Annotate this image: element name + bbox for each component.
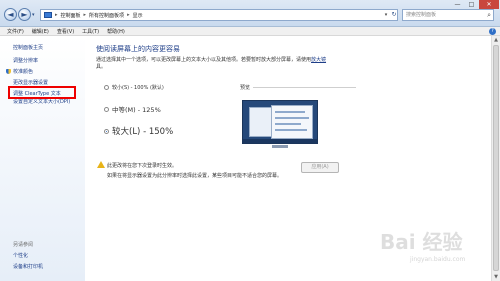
page-title: 使阅读屏幕上的内容更容易 [96,45,180,53]
see-also-heading: 另请参阅 [13,242,34,248]
sidebar-item-devices-printers[interactable]: 设备和打印机 [13,263,43,270]
breadcrumb-control-panel[interactable]: 控制面板 [61,12,81,19]
menu-view[interactable]: 查看(V) [57,28,74,35]
uac-shield-icon [6,69,11,74]
preview-window-front [271,105,313,139]
maximize-button[interactable]: □ [465,0,478,9]
watermark-url: jingyan.baidu.com [410,256,466,263]
warning-detail-text: 如果在将显示器设置为此分辨率时选择此设置，某些项目可能不适合您的屏幕。 [107,173,283,179]
red-highlight-box [8,86,76,99]
preview-monitor-stand [272,145,288,148]
vertical-scrollbar[interactable]: ▲ ▼ [491,36,500,281]
breadcrumb-display[interactable]: 显示 [133,12,143,19]
scroll-up-icon[interactable]: ▲ [492,36,500,44]
sidebar: 控制面板主页 调整分辨率 校准颜色 更改显示器设置 调整 ClearType 文… [0,36,85,281]
magnifier-link[interactable]: 放大镜 [311,57,326,63]
refresh-icon[interactable]: ↻ [390,9,398,21]
menu-edit[interactable]: 编辑(E) [32,28,49,35]
description-text: 通过选择其中一个选项，可以更改屏幕上的文本大小以及其他项。若要暂时放大部分屏幕，… [96,57,312,63]
breadcrumb-all-items[interactable]: 所有控制面板项 [89,12,124,19]
help-icon[interactable]: ? [489,28,496,35]
radio-small[interactable] [104,85,109,90]
warning-text: 此更改将在您下次登录时生效。 [107,163,178,169]
preview-image [242,100,318,144]
search-input[interactable]: 搜索控制面板 ⌕ [402,9,494,21]
minimize-button[interactable]: — [451,0,464,9]
sidebar-item-personalize[interactable]: 个性化 [13,252,28,259]
control-panel-icon [44,12,52,18]
option-small-label: 较小(S) - 100% (默认) [112,85,164,91]
breadcrumb-separator: ▸ [55,12,58,18]
breadcrumb-separator: ▸ [83,12,87,18]
warning-icon [97,161,105,168]
scroll-thumb[interactable] [493,45,499,271]
page-description-line2: 具。 [96,64,107,70]
close-button[interactable]: ✕ [479,0,499,9]
sidebar-item-custom-dpi[interactable]: 设置自定义文本大小(DPI) [13,98,70,105]
search-placeholder: 搜索控制面板 [406,12,437,18]
address-field[interactable]: ▸ 控制面板 ▸ 所有控制面板项 ▸ 显示 [40,9,398,21]
magnifier-icon[interactable]: ⌕ [487,10,491,20]
radio-medium[interactable] [104,106,109,112]
option-large-label: 较大(L) - 150% [112,127,174,137]
sidebar-item-home[interactable]: 控制面板主页 [13,44,43,51]
option-large[interactable]: 较大(L) - 150% [104,125,173,137]
menu-bar: 文件(F) 编辑(E) 查看(V) 工具(T) 帮助(H) [0,27,500,36]
address-bar: ◄ ► ▾ ▸ 控制面板 ▸ 所有控制面板项 ▸ 显示 ▾ ↻ 搜索控制面板 ⌕… [0,0,500,27]
address-dropdown-icon[interactable]: ▾ [382,9,390,21]
menu-tools[interactable]: 工具(T) [82,28,99,35]
sidebar-item-label: 校准颜色 [13,69,34,75]
breadcrumb-separator: ▸ [127,12,130,18]
option-small[interactable]: 较小(S) - 100% (默认) [104,84,164,91]
option-medium-label: 中等(M) - 125% [112,106,161,114]
sidebar-item-resolution[interactable]: 调整分辨率 [13,57,38,64]
preview-label: 预览 [240,85,251,91]
menu-file[interactable]: 文件(F) [7,28,24,35]
apply-button[interactable]: 应用(A) [301,162,339,173]
scroll-down-icon[interactable]: ▼ [492,273,500,281]
watermark-logo: Bai 经验 [380,230,463,254]
option-medium[interactable]: 中等(M) - 125% [104,104,161,114]
menu-help[interactable]: 帮助(H) [107,28,125,35]
sidebar-item-display-settings[interactable]: 更改显示器设置 [13,79,48,86]
radio-large[interactable] [104,128,109,134]
back-arrow-icon[interactable]: ◄ [4,8,17,21]
sidebar-item-calibrate[interactable]: 校准颜色 [6,68,33,75]
forward-arrow-icon[interactable]: ► [18,8,31,21]
preview-taskbar [243,139,317,143]
page-description: 通过选择其中一个选项，可以更改屏幕上的文本大小以及其他项。若要暂时放大部分屏幕，… [96,56,326,63]
recent-pages-dropdown[interactable]: ▾ [32,12,35,18]
preview-divider [253,87,356,88]
